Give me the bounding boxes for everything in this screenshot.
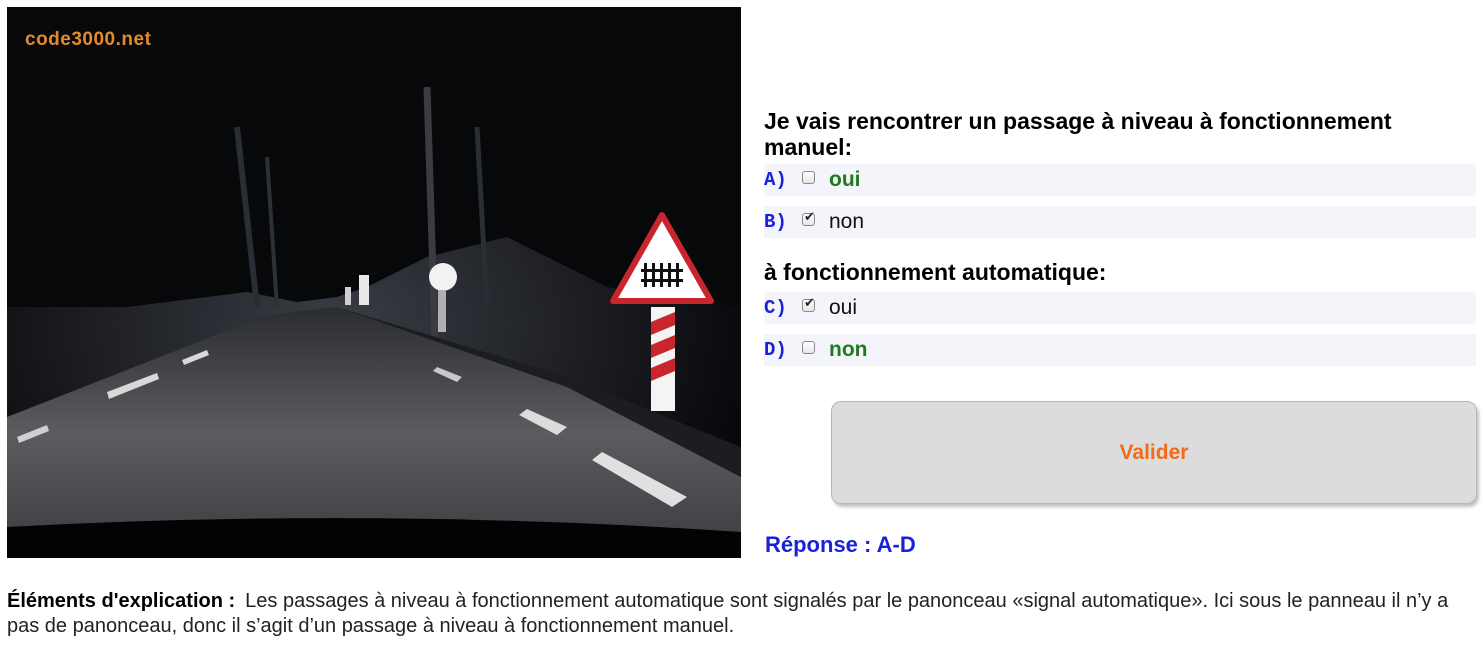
checkmark-icon: ✔ xyxy=(804,209,815,225)
option-label: oui xyxy=(829,168,861,191)
checkbox-c[interactable]: ✔ xyxy=(802,295,815,312)
option-c[interactable]: C) ✔ oui xyxy=(764,292,1476,324)
option-b[interactable]: B) ✔ non xyxy=(764,206,1476,238)
night-road-scene xyxy=(7,7,741,558)
option-label: non xyxy=(829,210,865,233)
option-letter: A) xyxy=(764,169,787,191)
option-label: oui xyxy=(829,296,858,319)
checkmark-icon: ✔ xyxy=(804,295,815,311)
explanation: Éléments d'explication : Les passages à n… xyxy=(7,589,1477,639)
option-label: non xyxy=(829,338,868,361)
explanation-label: Éléments d'explication : xyxy=(7,590,236,612)
subquestion-text: à fonctionnement automatique: xyxy=(764,259,1107,285)
watermark-logo: code3000.net xyxy=(25,29,152,50)
checkbox-a[interactable] xyxy=(802,170,815,184)
question-photo: code3000.net xyxy=(7,7,741,558)
option-d[interactable]: D) non xyxy=(764,334,1476,366)
checkbox-b[interactable]: ✔ xyxy=(802,209,815,226)
checkbox-d[interactable] xyxy=(802,340,815,354)
validate-button[interactable]: Valider xyxy=(831,401,1477,504)
option-letter: C) xyxy=(764,297,787,319)
option-letter: B) xyxy=(764,211,787,233)
option-letter: D) xyxy=(764,339,787,361)
question-text: Je vais rencontrer un passage à niveau à… xyxy=(764,108,1392,160)
answer-text: Réponse : A-D xyxy=(765,532,916,557)
option-a[interactable]: A) oui xyxy=(764,164,1476,196)
